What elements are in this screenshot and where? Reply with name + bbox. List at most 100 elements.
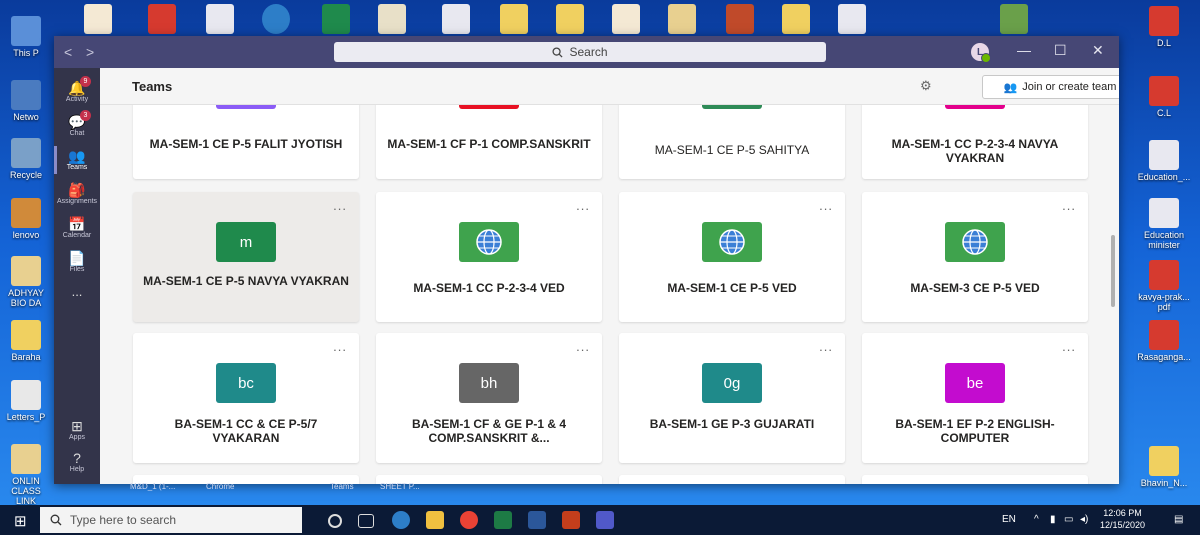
desktop-icon[interactable]: C.L (1134, 76, 1194, 118)
team-card[interactable]: MA-SEM-1 CE P-5 FALIT JYOTISH (133, 105, 359, 179)
desktop-icon-label: D.L (1156, 38, 1171, 48)
monitor-tray-icon[interactable]: ▭ (1064, 514, 1073, 525)
more-options-button[interactable]: ... (333, 198, 347, 213)
taskbar-search[interactable]: Type here to search (40, 507, 302, 533)
team-card[interactable]: MA-SEM-1 CC P-2-3-4 NAVYA VYAKRAN (862, 105, 1088, 179)
window-label[interactable]: Chrome (206, 482, 234, 491)
book-file-icon[interactable] (726, 4, 754, 34)
rail-item-more[interactable]: ... (54, 284, 100, 299)
desktop-icon[interactable]: This P (0, 16, 52, 58)
window-label[interactable]: SHEET P... (380, 482, 420, 491)
maximize-button[interactable]: ☐ (1054, 42, 1067, 59)
avatar[interactable]: L (971, 43, 991, 63)
desktop-icon[interactable]: Rasaganga... (1134, 320, 1194, 362)
team-card[interactable] (619, 475, 845, 484)
desktop-icon[interactable]: Education_... (1134, 140, 1194, 182)
help-icon: ? (73, 450, 81, 466)
forward-button[interactable]: > (86, 44, 94, 60)
rail-item-activity[interactable]: 🔔 9 Activity (54, 76, 100, 103)
desktop-icon[interactable]: Bhavin_N... (1134, 446, 1194, 488)
team-card[interactable]: ... m MA-SEM-1 CE P-5 NAVYA VYAKRAN (133, 192, 359, 322)
minimize-button[interactable]: — (1017, 42, 1031, 58)
more-options-button[interactable]: ... (576, 198, 590, 213)
team-tile-initials: 0g (723, 374, 741, 392)
more-options-button[interactable]: ... (1062, 198, 1076, 213)
rail-item-teams[interactable]: 👥 Teams (54, 148, 100, 171)
team-card[interactable]: ... MA-SEM-1 CC P-2-3-4 VED (376, 192, 602, 322)
desktop-icon[interactable]: Netwo (0, 80, 52, 122)
desktop-icon[interactable]: D.L (1134, 6, 1194, 48)
doc-file-icon[interactable] (206, 4, 234, 34)
edge-icon[interactable] (262, 4, 290, 34)
clock[interactable]: 12:06 PM 12/15/2020 (1100, 507, 1145, 531)
more-options-button[interactable]: ... (576, 339, 590, 354)
team-card[interactable] (862, 475, 1088, 484)
team-card[interactable]: ... bc BA-SEM-1 CC & CE P-5/7 VYAKARAN (133, 333, 359, 463)
join-create-team-button[interactable]: 👥 Join or create team (982, 75, 1119, 99)
desktop-icon[interactable]: Education minister (1134, 198, 1194, 250)
edge-icon[interactable] (392, 511, 410, 529)
doc-file-icon[interactable] (442, 4, 470, 34)
team-tile (945, 222, 1005, 262)
chevron-up-icon[interactable]: ^ (1034, 514, 1039, 525)
windows-start-icon[interactable]: ⊞ (14, 512, 27, 530)
doc-file-icon (1149, 198, 1179, 228)
desktop-icon[interactable]: Letters_P (0, 380, 52, 422)
desktop-icon[interactable]: ADHYAY BIO DA (0, 256, 52, 308)
teams-taskbar-icon[interactable] (596, 511, 614, 529)
team-card[interactable]: ... MA-SEM-3 CE P-5 VED (862, 192, 1088, 322)
rail-item-apps[interactable]: ⊞ Apps (54, 418, 100, 441)
gear-icon[interactable]: ⚙ (920, 78, 932, 94)
excel-icon[interactable] (494, 511, 512, 529)
search-box[interactable]: Search (334, 42, 826, 62)
team-card[interactable]: ... 0g BA-SEM-1 GE P-3 GUJARATI (619, 333, 845, 463)
notification-icon[interactable]: ▤ (1174, 514, 1183, 525)
back-button[interactable]: < (64, 44, 72, 60)
more-options-button[interactable]: ... (819, 198, 833, 213)
cortana-icon[interactable] (328, 514, 342, 528)
globe-app-icon[interactable] (322, 4, 350, 34)
desktop-icon[interactable]: Baraha (0, 320, 52, 362)
team-card[interactable]: ... MA-SEM-1 CE P-5 VED (619, 192, 845, 322)
pdf-file-icon[interactable] (612, 4, 640, 34)
rail-item-calendar[interactable]: 📅 Calendar (54, 216, 100, 239)
team-card[interactable]: MA-SEM-1 CF P-1 COMP.SANSKRIT (376, 105, 602, 179)
desktop-icon[interactable]: Recycle (0, 138, 52, 180)
more-options-button[interactable]: ... (819, 339, 833, 354)
scrollbar[interactable] (1111, 235, 1115, 307)
desktop-icon[interactable]: kavya-prak... pdf (1134, 260, 1194, 312)
rail-item-chat[interactable]: 💬 3 Chat (54, 110, 100, 137)
window-label[interactable]: Teams (330, 482, 354, 491)
volume-icon[interactable]: ◂) (1080, 514, 1088, 525)
rail-label: Help (69, 466, 85, 473)
window-label[interactable]: M&D_1 (1-... (130, 482, 175, 491)
desktop-icon[interactable]: lenovo (0, 198, 52, 240)
photo-file-icon[interactable] (1000, 4, 1028, 34)
team-card[interactable]: ... be BA-SEM-1 EF P-2 ENGLISH-COMPUTER (862, 333, 1088, 463)
word-icon[interactable] (528, 511, 546, 529)
pdf-file-icon[interactable] (148, 4, 176, 34)
rail-item-help[interactable]: ? Help (54, 450, 100, 473)
pdf-file-icon[interactable] (84, 4, 112, 34)
rail-item-files[interactable]: 📄 Files (54, 250, 100, 273)
image-file-icon[interactable] (378, 4, 406, 34)
desktop-icon-label: lenovo (12, 230, 40, 240)
rail-item-assignments[interactable]: 🎒 Assignments (54, 182, 100, 205)
more-options-button[interactable]: ... (333, 339, 347, 354)
powerpoint-icon[interactable] (562, 511, 580, 529)
task-view-icon[interactable] (358, 514, 374, 528)
folder-icon[interactable] (668, 4, 696, 34)
close-button[interactable]: ✕ (1092, 42, 1104, 59)
folder-icon[interactable] (500, 4, 528, 34)
network-tray-icon[interactable]: ▮ (1050, 514, 1056, 525)
file-explorer-icon[interactable] (426, 511, 444, 529)
language-indicator[interactable]: EN (1002, 514, 1016, 525)
folder-icon[interactable] (782, 4, 810, 34)
more-options-button[interactable]: ... (1062, 339, 1076, 354)
folder-icon[interactable] (556, 4, 584, 34)
chrome-icon[interactable] (460, 511, 478, 529)
team-card[interactable]: ... bh BA-SEM-1 CF & GE P-1 & 4 COMP.SAN… (376, 333, 602, 463)
team-card[interactable]: MA-SEM-1 CE P-5 SAHITYA (619, 105, 845, 179)
image-file-icon[interactable] (838, 4, 866, 34)
desktop-icon[interactable]: ONLIN CLASS LINK (0, 444, 52, 506)
